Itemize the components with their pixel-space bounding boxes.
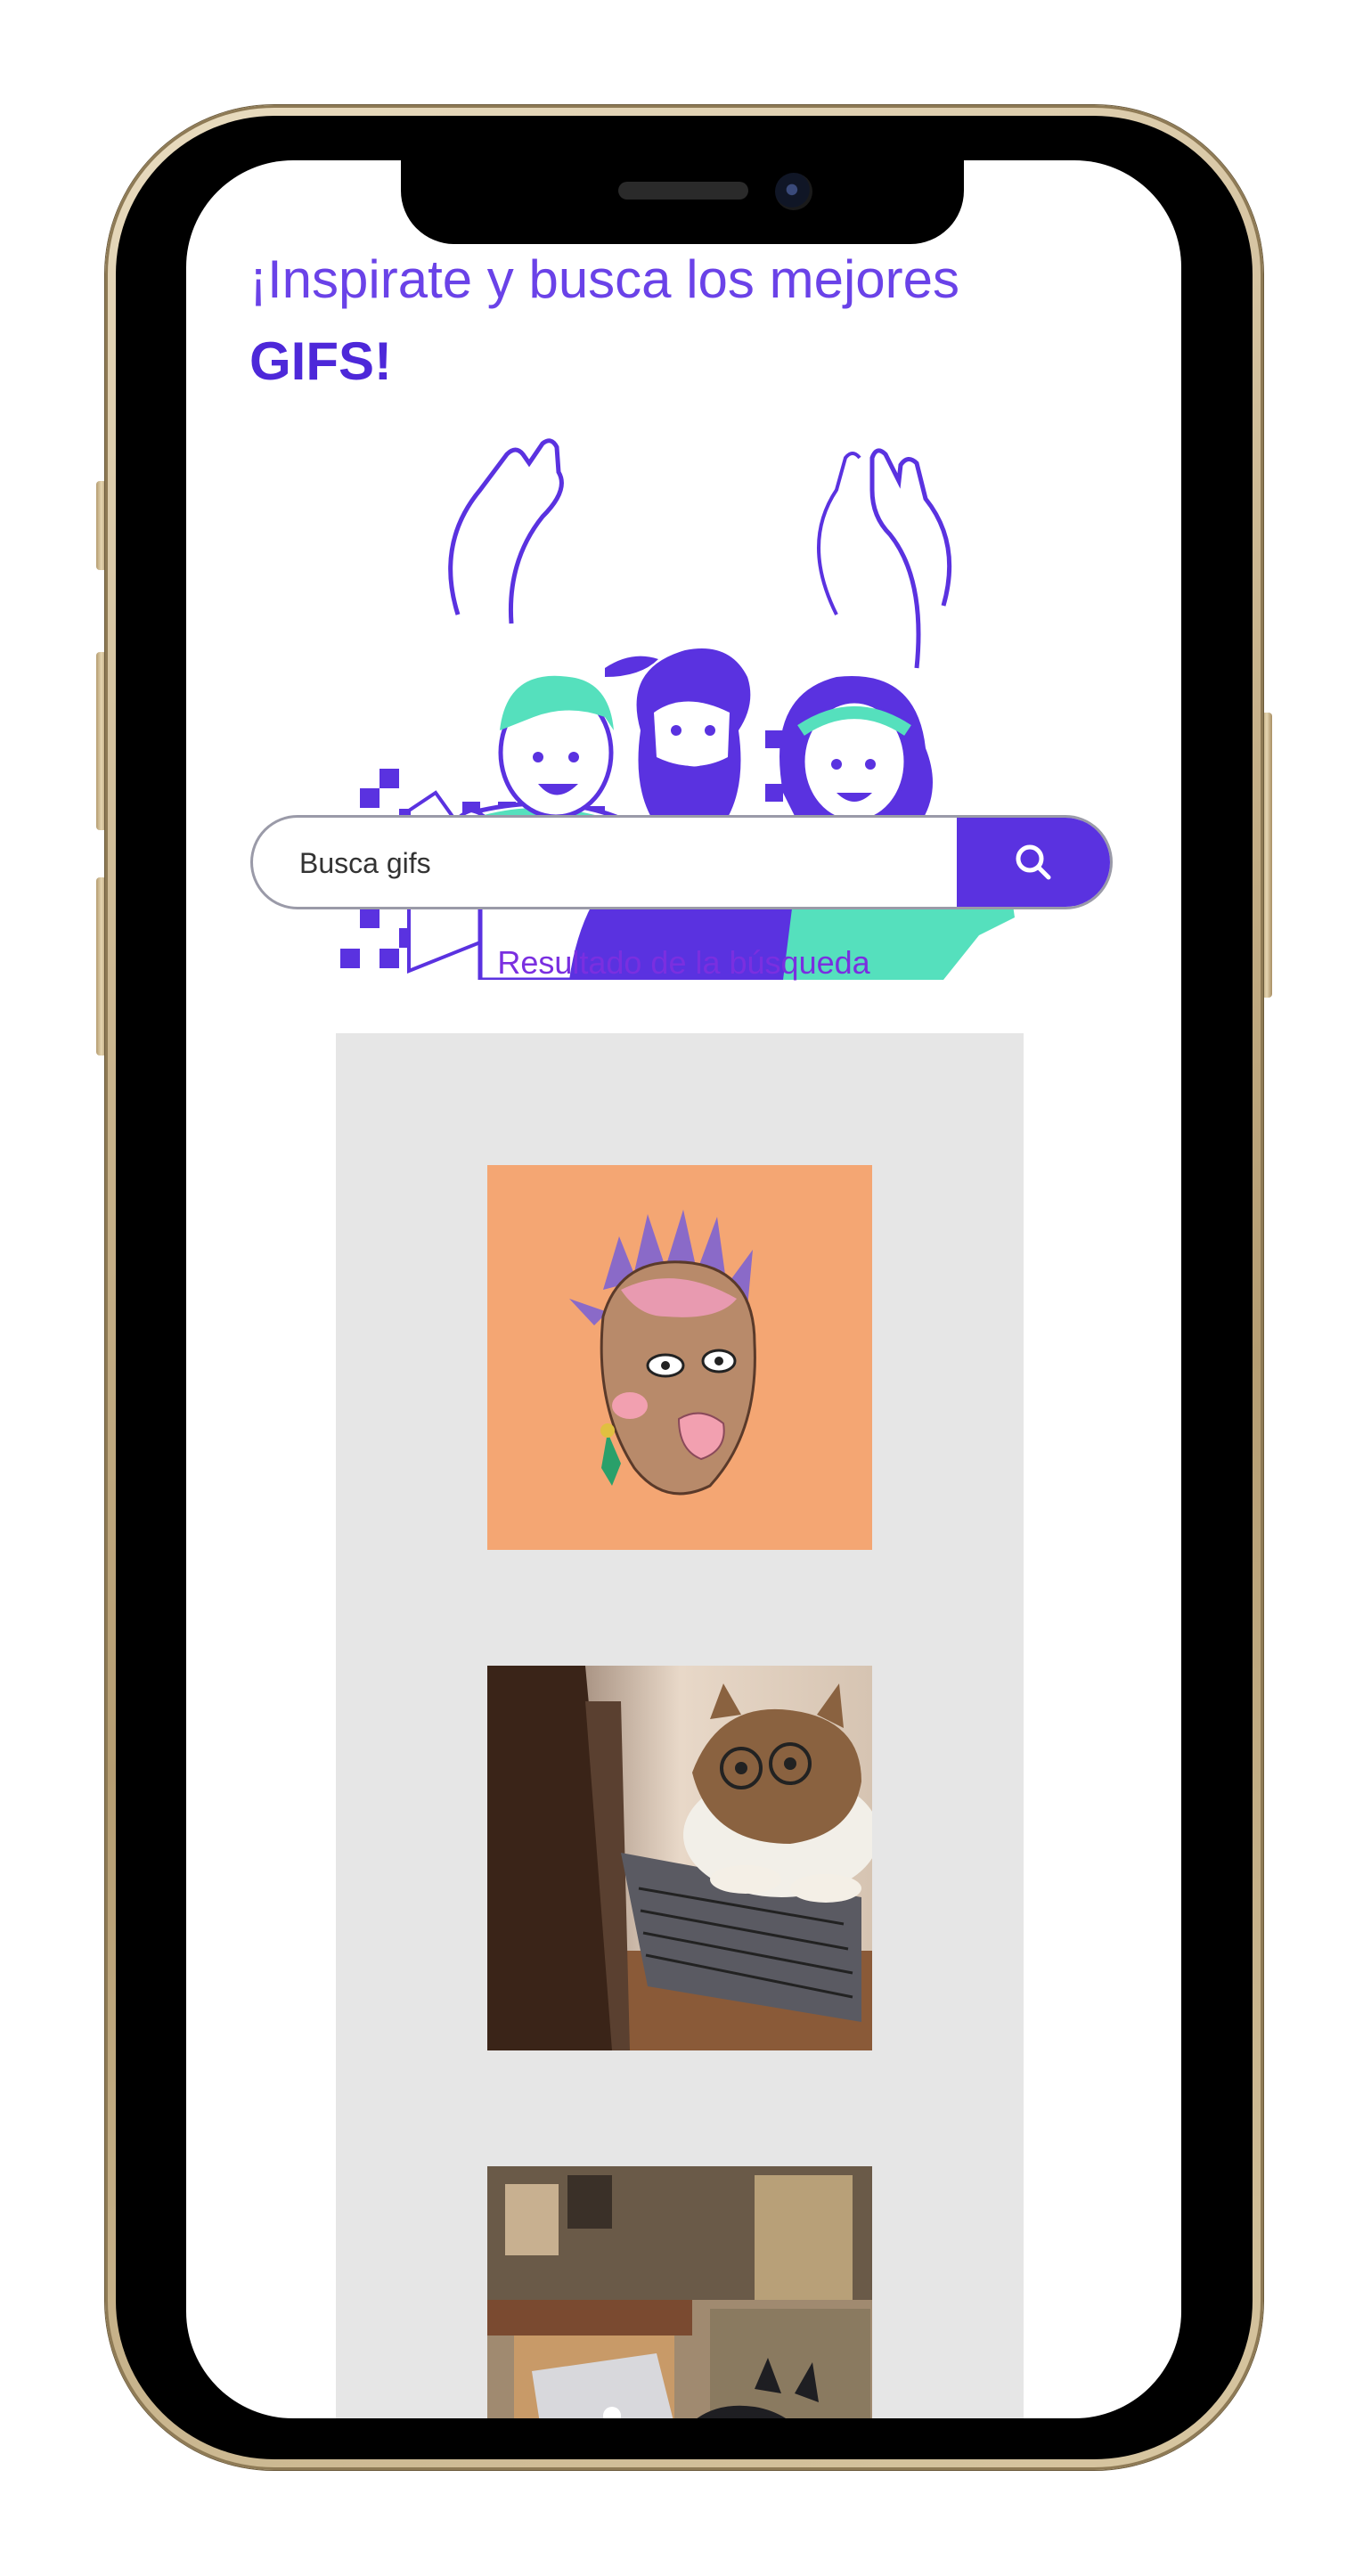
page-title-line1: ¡Inspirate y busca los mejores (249, 249, 959, 309)
search-bar (250, 815, 1113, 909)
gif-result-2[interactable] (487, 1666, 872, 2050)
results-panel (336, 1033, 1024, 2418)
device-mockup: ¡Inspirate y busca los mejores GIFS! Bus… (0, 0, 1363, 2576)
search-icon (1016, 844, 1051, 880)
page-title: ¡Inspirate y busca los mejores GIFS! (249, 239, 1105, 403)
app-screen: ¡Inspirate y busca los mejores GIFS! Bus… (186, 160, 1181, 2418)
gif-result-1[interactable] (487, 1165, 872, 1550)
page-title-line2: GIFS! (249, 331, 392, 391)
search-input[interactable] (298, 818, 925, 907)
results-title: Resultado de la búsqueda (497, 944, 870, 981)
notch (401, 151, 964, 244)
illustrated-face-image (487, 1165, 872, 1550)
gif-result-3[interactable] (487, 2166, 872, 2418)
search-button[interactable] (957, 818, 1110, 907)
speaker-grille (618, 182, 748, 200)
cat-room-image (487, 2166, 872, 2418)
cat-laptop-image (487, 1666, 872, 2050)
front-camera-icon (775, 173, 812, 210)
